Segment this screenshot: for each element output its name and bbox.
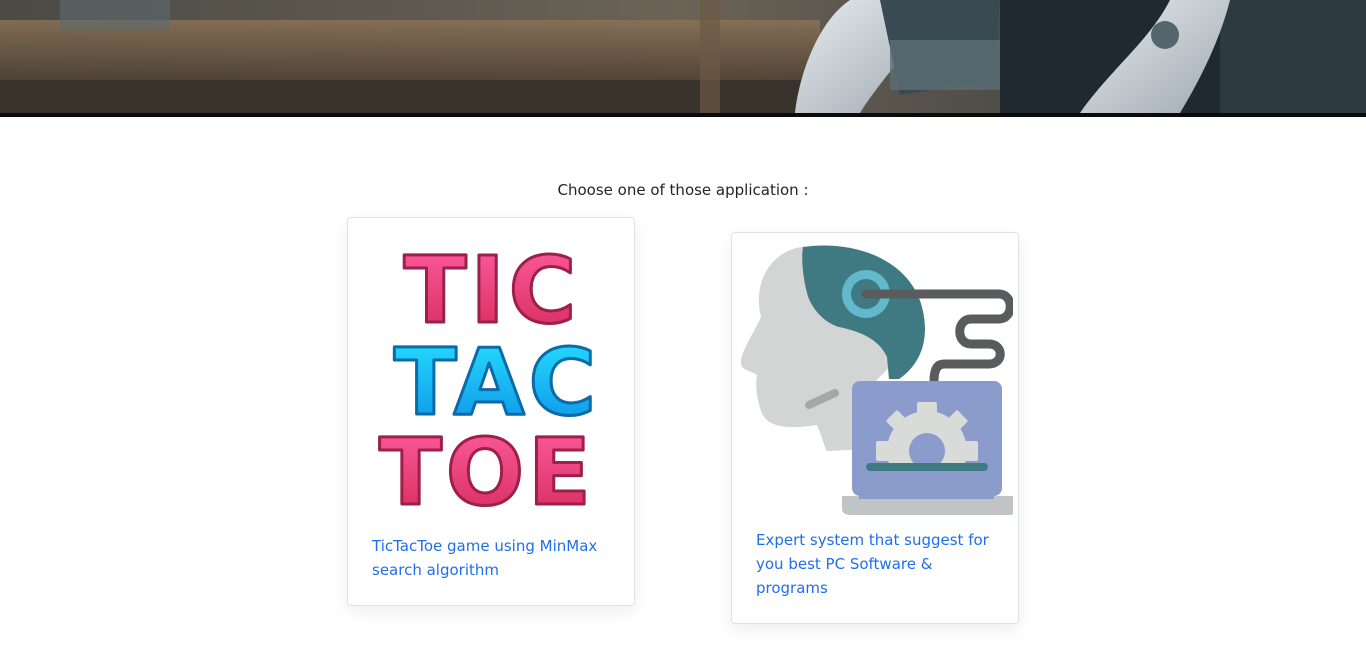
tictactoe-logo-image: TIC TAC TOE (378, 236, 598, 523)
ai-head-laptop-gear-icon (741, 245, 1013, 515)
tictactoe-link[interactable]: TicTacToe game using MinMax search algor… (372, 534, 612, 582)
tictactoe-logo-row-3: TOE (379, 419, 595, 522)
hero-bottom-border (0, 113, 1366, 117)
expert-system-card[interactable]: Expert system that suggest for you best … (731, 232, 1019, 624)
page-prompt: Choose one of those application : (557, 181, 809, 199)
hero-banner (0, 0, 1366, 113)
tictactoe-logo-row-1: TIC (404, 237, 581, 344)
robot-banner-image (0, 0, 1366, 113)
tictactoe-card[interactable]: TIC TAC TOE TicTacToe game using MinMax … (347, 217, 635, 606)
expert-system-link[interactable]: Expert system that suggest for you best … (756, 528, 996, 600)
